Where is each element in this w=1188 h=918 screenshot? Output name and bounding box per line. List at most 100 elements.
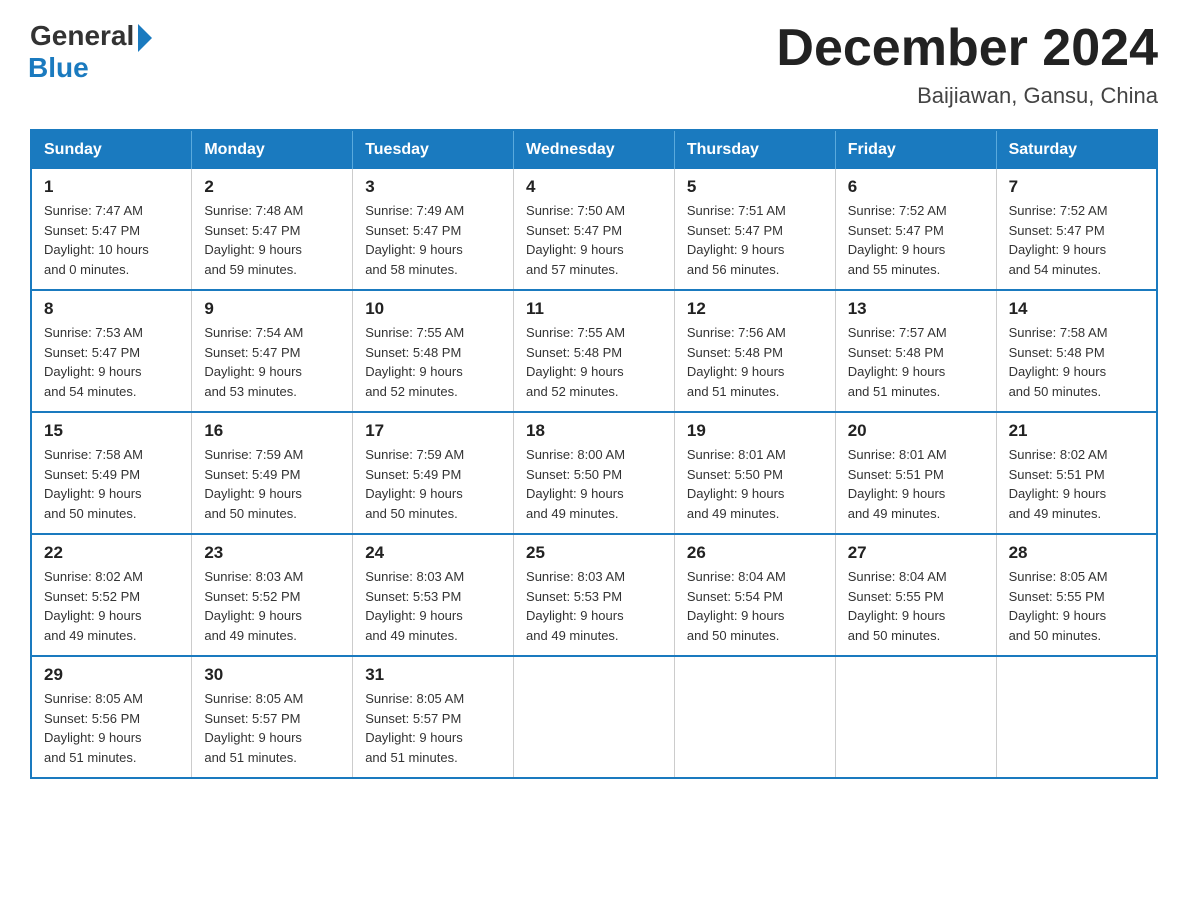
day-cell: 27 Sunrise: 8:04 AM Sunset: 5:55 PM Dayl… (835, 534, 996, 656)
col-friday: Friday (835, 130, 996, 169)
day-number: 21 (1009, 421, 1144, 441)
week-row-5: 29 Sunrise: 8:05 AM Sunset: 5:56 PM Dayl… (31, 656, 1157, 778)
day-info: Sunrise: 7:55 AM Sunset: 5:48 PM Dayligh… (365, 323, 501, 401)
day-cell: 22 Sunrise: 8:02 AM Sunset: 5:52 PM Dayl… (31, 534, 192, 656)
day-number: 11 (526, 299, 662, 319)
calendar-header-row: Sunday Monday Tuesday Wednesday Thursday… (31, 130, 1157, 169)
day-cell (835, 656, 996, 778)
day-info: Sunrise: 7:47 AM Sunset: 5:47 PM Dayligh… (44, 201, 179, 279)
day-info: Sunrise: 7:53 AM Sunset: 5:47 PM Dayligh… (44, 323, 179, 401)
day-info: Sunrise: 7:59 AM Sunset: 5:49 PM Dayligh… (365, 445, 501, 523)
day-info: Sunrise: 8:05 AM Sunset: 5:57 PM Dayligh… (365, 689, 501, 767)
day-cell: 12 Sunrise: 7:56 AM Sunset: 5:48 PM Dayl… (674, 290, 835, 412)
day-cell: 6 Sunrise: 7:52 AM Sunset: 5:47 PM Dayli… (835, 169, 996, 290)
week-row-3: 15 Sunrise: 7:58 AM Sunset: 5:49 PM Dayl… (31, 412, 1157, 534)
day-cell: 30 Sunrise: 8:05 AM Sunset: 5:57 PM Dayl… (192, 656, 353, 778)
day-number: 4 (526, 177, 662, 197)
day-info: Sunrise: 8:02 AM Sunset: 5:51 PM Dayligh… (1009, 445, 1144, 523)
day-number: 31 (365, 665, 501, 685)
day-number: 17 (365, 421, 501, 441)
col-tuesday: Tuesday (353, 130, 514, 169)
day-info: Sunrise: 8:01 AM Sunset: 5:50 PM Dayligh… (687, 445, 823, 523)
day-info: Sunrise: 8:04 AM Sunset: 5:55 PM Dayligh… (848, 567, 984, 645)
week-row-1: 1 Sunrise: 7:47 AM Sunset: 5:47 PM Dayli… (31, 169, 1157, 290)
day-info: Sunrise: 8:05 AM Sunset: 5:57 PM Dayligh… (204, 689, 340, 767)
day-info: Sunrise: 7:58 AM Sunset: 5:48 PM Dayligh… (1009, 323, 1144, 401)
col-thursday: Thursday (674, 130, 835, 169)
day-number: 30 (204, 665, 340, 685)
day-cell: 21 Sunrise: 8:02 AM Sunset: 5:51 PM Dayl… (996, 412, 1157, 534)
location: Baijiawan, Gansu, China (776, 83, 1158, 109)
day-info: Sunrise: 7:55 AM Sunset: 5:48 PM Dayligh… (526, 323, 662, 401)
day-number: 1 (44, 177, 179, 197)
month-title: December 2024 (776, 20, 1158, 77)
day-number: 13 (848, 299, 984, 319)
day-cell (514, 656, 675, 778)
day-cell: 29 Sunrise: 8:05 AM Sunset: 5:56 PM Dayl… (31, 656, 192, 778)
day-cell: 11 Sunrise: 7:55 AM Sunset: 5:48 PM Dayl… (514, 290, 675, 412)
day-number: 19 (687, 421, 823, 441)
day-info: Sunrise: 7:49 AM Sunset: 5:47 PM Dayligh… (365, 201, 501, 279)
day-number: 27 (848, 543, 984, 563)
day-info: Sunrise: 7:50 AM Sunset: 5:47 PM Dayligh… (526, 201, 662, 279)
day-info: Sunrise: 7:52 AM Sunset: 5:47 PM Dayligh… (848, 201, 984, 279)
day-info: Sunrise: 8:00 AM Sunset: 5:50 PM Dayligh… (526, 445, 662, 523)
week-row-4: 22 Sunrise: 8:02 AM Sunset: 5:52 PM Dayl… (31, 534, 1157, 656)
day-cell (674, 656, 835, 778)
day-number: 25 (526, 543, 662, 563)
day-number: 15 (44, 421, 179, 441)
logo-arrow-icon (138, 24, 152, 52)
day-info: Sunrise: 8:03 AM Sunset: 5:53 PM Dayligh… (365, 567, 501, 645)
day-cell: 18 Sunrise: 8:00 AM Sunset: 5:50 PM Dayl… (514, 412, 675, 534)
day-cell: 14 Sunrise: 7:58 AM Sunset: 5:48 PM Dayl… (996, 290, 1157, 412)
day-cell: 31 Sunrise: 8:05 AM Sunset: 5:57 PM Dayl… (353, 656, 514, 778)
day-cell: 13 Sunrise: 7:57 AM Sunset: 5:48 PM Dayl… (835, 290, 996, 412)
calendar-table: Sunday Monday Tuesday Wednesday Thursday… (30, 129, 1158, 779)
day-info: Sunrise: 8:05 AM Sunset: 5:55 PM Dayligh… (1009, 567, 1144, 645)
day-number: 8 (44, 299, 179, 319)
day-number: 28 (1009, 543, 1144, 563)
day-number: 18 (526, 421, 662, 441)
logo: General Blue (30, 20, 152, 84)
day-info: Sunrise: 8:02 AM Sunset: 5:52 PM Dayligh… (44, 567, 179, 645)
logo-general-text: General (30, 20, 134, 52)
day-number: 3 (365, 177, 501, 197)
day-info: Sunrise: 8:05 AM Sunset: 5:56 PM Dayligh… (44, 689, 179, 767)
day-cell: 16 Sunrise: 7:59 AM Sunset: 5:49 PM Dayl… (192, 412, 353, 534)
day-cell: 3 Sunrise: 7:49 AM Sunset: 5:47 PM Dayli… (353, 169, 514, 290)
day-number: 20 (848, 421, 984, 441)
col-wednesday: Wednesday (514, 130, 675, 169)
day-number: 5 (687, 177, 823, 197)
day-info: Sunrise: 8:04 AM Sunset: 5:54 PM Dayligh… (687, 567, 823, 645)
day-cell: 19 Sunrise: 8:01 AM Sunset: 5:50 PM Dayl… (674, 412, 835, 534)
col-sunday: Sunday (31, 130, 192, 169)
day-cell: 23 Sunrise: 8:03 AM Sunset: 5:52 PM Dayl… (192, 534, 353, 656)
day-number: 10 (365, 299, 501, 319)
day-cell: 1 Sunrise: 7:47 AM Sunset: 5:47 PM Dayli… (31, 169, 192, 290)
day-info: Sunrise: 8:01 AM Sunset: 5:51 PM Dayligh… (848, 445, 984, 523)
day-number: 12 (687, 299, 823, 319)
day-cell: 24 Sunrise: 8:03 AM Sunset: 5:53 PM Dayl… (353, 534, 514, 656)
week-row-2: 8 Sunrise: 7:53 AM Sunset: 5:47 PM Dayli… (31, 290, 1157, 412)
day-cell (996, 656, 1157, 778)
day-info: Sunrise: 7:52 AM Sunset: 5:47 PM Dayligh… (1009, 201, 1144, 279)
day-number: 22 (44, 543, 179, 563)
day-info: Sunrise: 7:56 AM Sunset: 5:48 PM Dayligh… (687, 323, 823, 401)
day-info: Sunrise: 8:03 AM Sunset: 5:53 PM Dayligh… (526, 567, 662, 645)
day-number: 7 (1009, 177, 1144, 197)
day-cell: 9 Sunrise: 7:54 AM Sunset: 5:47 PM Dayli… (192, 290, 353, 412)
day-info: Sunrise: 7:51 AM Sunset: 5:47 PM Dayligh… (687, 201, 823, 279)
day-number: 2 (204, 177, 340, 197)
page-header: General Blue December 2024 Baijiawan, Ga… (30, 20, 1158, 109)
day-cell: 2 Sunrise: 7:48 AM Sunset: 5:47 PM Dayli… (192, 169, 353, 290)
day-info: Sunrise: 7:54 AM Sunset: 5:47 PM Dayligh… (204, 323, 340, 401)
day-cell: 20 Sunrise: 8:01 AM Sunset: 5:51 PM Dayl… (835, 412, 996, 534)
day-cell: 28 Sunrise: 8:05 AM Sunset: 5:55 PM Dayl… (996, 534, 1157, 656)
day-cell: 4 Sunrise: 7:50 AM Sunset: 5:47 PM Dayli… (514, 169, 675, 290)
day-cell: 10 Sunrise: 7:55 AM Sunset: 5:48 PM Dayl… (353, 290, 514, 412)
day-number: 14 (1009, 299, 1144, 319)
day-number: 9 (204, 299, 340, 319)
day-cell: 5 Sunrise: 7:51 AM Sunset: 5:47 PM Dayli… (674, 169, 835, 290)
day-number: 26 (687, 543, 823, 563)
col-monday: Monday (192, 130, 353, 169)
